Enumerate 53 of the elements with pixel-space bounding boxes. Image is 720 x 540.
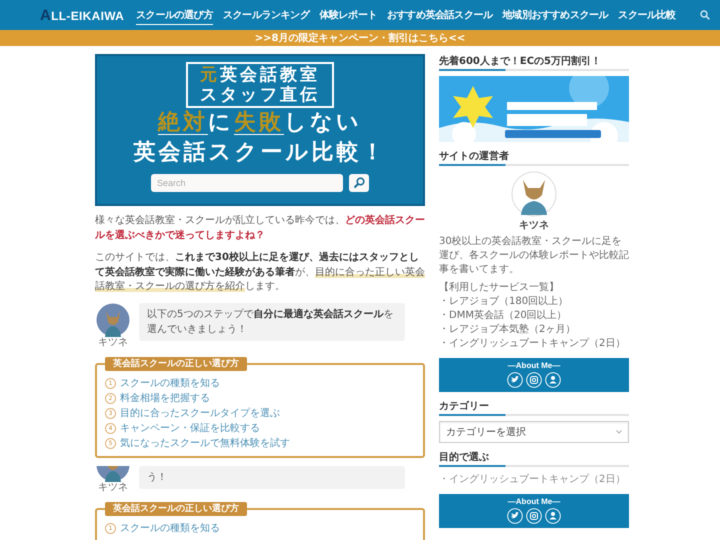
nav-link[interactable]: スクールの選び方 xyxy=(136,6,213,24)
step-link[interactable]: 料金相場を把握する xyxy=(120,391,210,405)
nav-link[interactable]: おすすめ英会話スクール xyxy=(386,6,493,24)
nav-link[interactable]: スクール比較 xyxy=(618,6,676,24)
widget-title: サイトの運営者 xyxy=(439,149,629,166)
avatar-icon xyxy=(511,171,557,217)
speaker-name: キツネ xyxy=(98,336,128,348)
step-link[interactable]: キャンペーン・保証を比較する xyxy=(120,421,260,435)
category-select[interactable]: カテゴリーを選択 xyxy=(439,421,629,443)
step-link[interactable]: 目的に合ったスクールタイプを選ぶ xyxy=(120,406,280,420)
step-link[interactable]: スクールの種類を知る xyxy=(120,376,220,390)
author-name: キツネ xyxy=(518,219,550,232)
search-icon xyxy=(353,177,365,189)
speaker-name: キツネ xyxy=(98,482,128,494)
about-me-title: ―About Me― xyxy=(508,361,560,370)
service-item: ・DMM英会話（20回以上） xyxy=(439,309,568,323)
badge-text: スタッフ直伝 xyxy=(200,85,320,105)
service-item: ・イングリッシュブートキャンプ（2日） xyxy=(439,337,626,351)
camera-icon[interactable] xyxy=(526,508,542,524)
nav-link[interactable]: スクールランキング xyxy=(222,6,310,24)
paragraph: 様々な英会話教室・スクールが乱立している昨今では、どの英会話スクールを選ぶべきかで迷ってしますよね？ xyxy=(95,214,425,242)
avatar-icon xyxy=(96,302,130,336)
person-icon[interactable] xyxy=(545,508,561,524)
widget-title: 先着600人まで！ECの5万円割引！ xyxy=(439,54,629,71)
camera-icon[interactable] xyxy=(526,372,542,388)
paragraph: このサイトでは、これまで30校以上に足を運び、過去にはスタッフとして英会話教室で実際に働いた経験がある筆者が、目的に合った正しい英会話教室・スクールの選び方を紹介 します。 xyxy=(95,251,425,294)
bird-icon[interactable] xyxy=(507,508,523,524)
service-item: ・レアジョブ（180回以上） xyxy=(439,295,570,309)
chevron-icon xyxy=(616,430,622,434)
nav-link[interactable]: 体験レポート xyxy=(319,6,377,24)
headline-text: 絶対 に 失敗 しない xyxy=(158,108,362,137)
nav-link[interactable]: 地域別おすすめスクール xyxy=(502,6,608,24)
widget-title: カテゴリー xyxy=(439,399,629,416)
step-link[interactable]: 気になったスクールで無料体験を試す xyxy=(120,436,290,450)
speech-bubble: う！ xyxy=(139,466,405,488)
steps-title: 英会話スクールの正しい選び方 xyxy=(105,502,247,516)
speech-bubble: 以下の5つのステップで自分に最適な英会話スクールを選んでいきましょう！ xyxy=(139,302,405,340)
badge-text: 元 英会話教室 xyxy=(200,65,320,85)
category-link[interactable]: ・イングリッシュブートキャンプ（2日） xyxy=(439,472,629,487)
person-icon[interactable] xyxy=(545,372,561,388)
service-item: ・レアジョブ本気塾（2ヶ月） xyxy=(439,323,576,337)
author-bio: 30校以上の英会話教室・スクールに足を運び、各スクールの体験レポートや比較記事を書いてます。 xyxy=(439,235,629,277)
widget-title: 目的で選ぶ xyxy=(439,450,629,467)
services-heading: 【利用したサービス一覧】 xyxy=(439,281,560,295)
search-icon[interactable] xyxy=(700,10,710,20)
headline-text: 英会話スクール比較！ xyxy=(134,139,386,167)
steps-title: 英会話スクールの正しい選び方 xyxy=(105,356,247,370)
site-logo[interactable]: ALL-EIKAIWA xyxy=(40,6,124,24)
search-field[interactable]: Search xyxy=(151,174,343,192)
step-link[interactable]: スクールの種類を知る xyxy=(120,521,220,535)
about-me-title: ―About Me― xyxy=(508,497,560,506)
bird-icon[interactable] xyxy=(507,372,523,388)
search-button[interactable] xyxy=(349,174,369,192)
